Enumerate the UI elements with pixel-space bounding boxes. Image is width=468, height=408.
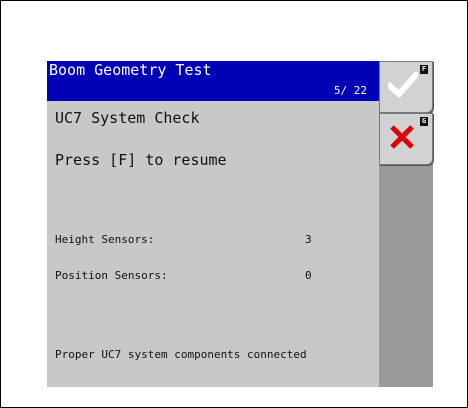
softkey-column: F G: [379, 61, 433, 387]
cancel-softkey-g[interactable]: G: [379, 113, 433, 165]
close-icon: [390, 125, 414, 149]
key-letter-f: F: [420, 65, 428, 74]
check-heading: UC7 System Check: [55, 109, 200, 127]
position-sensors-value: 0: [305, 269, 312, 282]
resume-instruction: Press [F] to resume: [55, 151, 227, 169]
key-letter-g: G: [420, 117, 428, 126]
confirm-softkey-f[interactable]: F: [379, 61, 433, 113]
height-sensors-value: 3: [305, 233, 312, 246]
display-frame: Boom Geometry Test 5/ 22 UC7 System Chec…: [0, 0, 468, 408]
terminal-screen: Boom Geometry Test 5/ 22 UC7 System Chec…: [47, 61, 433, 387]
check-icon: [388, 72, 418, 98]
title-bar: Boom Geometry Test 5/ 22: [47, 61, 379, 101]
status-message: Proper UC7 system components connected: [55, 348, 307, 361]
height-sensors-label: Height Sensors:: [55, 233, 155, 246]
page-indicator: 5/ 22: [333, 84, 367, 97]
main-panel: Boom Geometry Test 5/ 22 UC7 System Chec…: [47, 61, 379, 387]
position-sensors-label: Position Sensors:: [55, 269, 168, 282]
screen-title: Boom Geometry Test: [49, 61, 212, 79]
